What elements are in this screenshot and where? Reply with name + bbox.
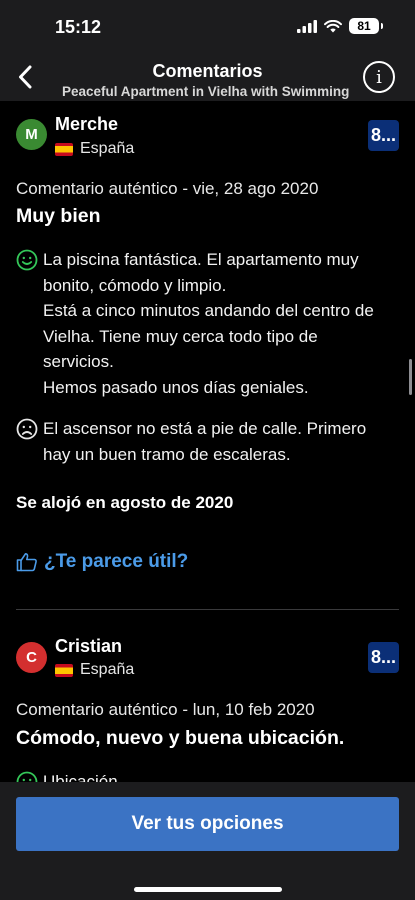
- positive-comment: La piscina fantástica. El apartamento mu…: [43, 247, 403, 400]
- comment-line: El ascensor no está a pie de calle. Prim…: [43, 419, 367, 438]
- reviews-list[interactable]: M Merche España 8... Comentario auténtic…: [0, 101, 415, 782]
- status-time: 15:12: [55, 17, 102, 37]
- reviewer-country: España: [55, 661, 134, 679]
- bottom-bar: Ver tus opciones: [0, 782, 415, 900]
- see-options-button[interactable]: Ver tus opciones: [16, 797, 399, 851]
- reviewer-name: Cristian: [55, 636, 123, 656]
- comment-line: Está a cinco minutos andando del centro …: [43, 301, 374, 320]
- scrollbar[interactable]: [409, 359, 412, 395]
- wifi-icon: [324, 19, 342, 32]
- thumbs-up-icon: [16, 553, 37, 572]
- smile-icon: [16, 771, 38, 782]
- signal-icon: [297, 19, 317, 33]
- comment-line: La piscina fantástica. El apartamento mu…: [43, 250, 359, 269]
- reviewer-name: Merche: [55, 114, 119, 134]
- status-bar: 15:12 81: [0, 0, 415, 52]
- comment-line: hay un buen tramo de escaleras.: [43, 444, 291, 464]
- country-label: España: [80, 661, 135, 678]
- stay-date: Se alojó en agosto de 2020: [16, 493, 234, 512]
- info-icon: i: [376, 66, 382, 88]
- review-headline: Muy bien: [16, 205, 101, 227]
- avatar: M: [16, 119, 47, 150]
- country-label: España: [80, 140, 135, 157]
- review-score-badge: 8...: [368, 120, 399, 151]
- positive-comment: Ubicación: [43, 769, 403, 782]
- review-meta: Comentario auténtico - vie, 28 ago 2020: [16, 179, 319, 198]
- comment-line: bonito, cómodo y limpio.: [43, 275, 227, 295]
- review-card: M Merche España 8... Comentario auténtic…: [0, 101, 415, 621]
- frown-icon: [16, 418, 38, 440]
- comment-line: Ubicación: [43, 772, 118, 782]
- helpful-label: ¿Te parece útil?: [44, 551, 189, 572]
- home-indicator[interactable]: [134, 887, 282, 892]
- status-icons: 81: [297, 18, 383, 34]
- battery-icon: 81: [349, 18, 383, 34]
- helpful-button[interactable]: ¿Te parece útil?: [16, 551, 188, 573]
- nav-bar: Comentarios Peaceful Apartment in Vielha…: [0, 52, 415, 101]
- avatar: C: [16, 642, 47, 673]
- review-score-badge: 8...: [368, 642, 399, 673]
- comment-line: Vielha. Tiene muy cerca todo tipo de: [43, 326, 318, 346]
- page-subtitle: Peaceful Apartment in Vielha with Swimmi…: [62, 84, 350, 99]
- smile-icon: [16, 249, 38, 271]
- page-title: Comentarios: [152, 61, 263, 81]
- negative-comment: El ascensor no está a pie de calle. Prim…: [43, 416, 403, 467]
- info-button[interactable]: i: [363, 61, 395, 93]
- comment-line: servicios.: [43, 352, 114, 371]
- spain-flag-icon: [55, 142, 73, 156]
- review-meta: Comentario auténtico - lun, 10 feb 2020: [16, 700, 315, 719]
- review-headline: Cómodo, nuevo y buena ubicación.: [16, 727, 345, 749]
- reviewer-country: España: [55, 140, 134, 158]
- spain-flag-icon: [55, 663, 73, 677]
- review-card: C Cristian España 8... Comentario autént…: [0, 621, 415, 782]
- comment-line: Hemos pasado unos días geniales.: [43, 377, 309, 397]
- review-divider: [16, 609, 399, 610]
